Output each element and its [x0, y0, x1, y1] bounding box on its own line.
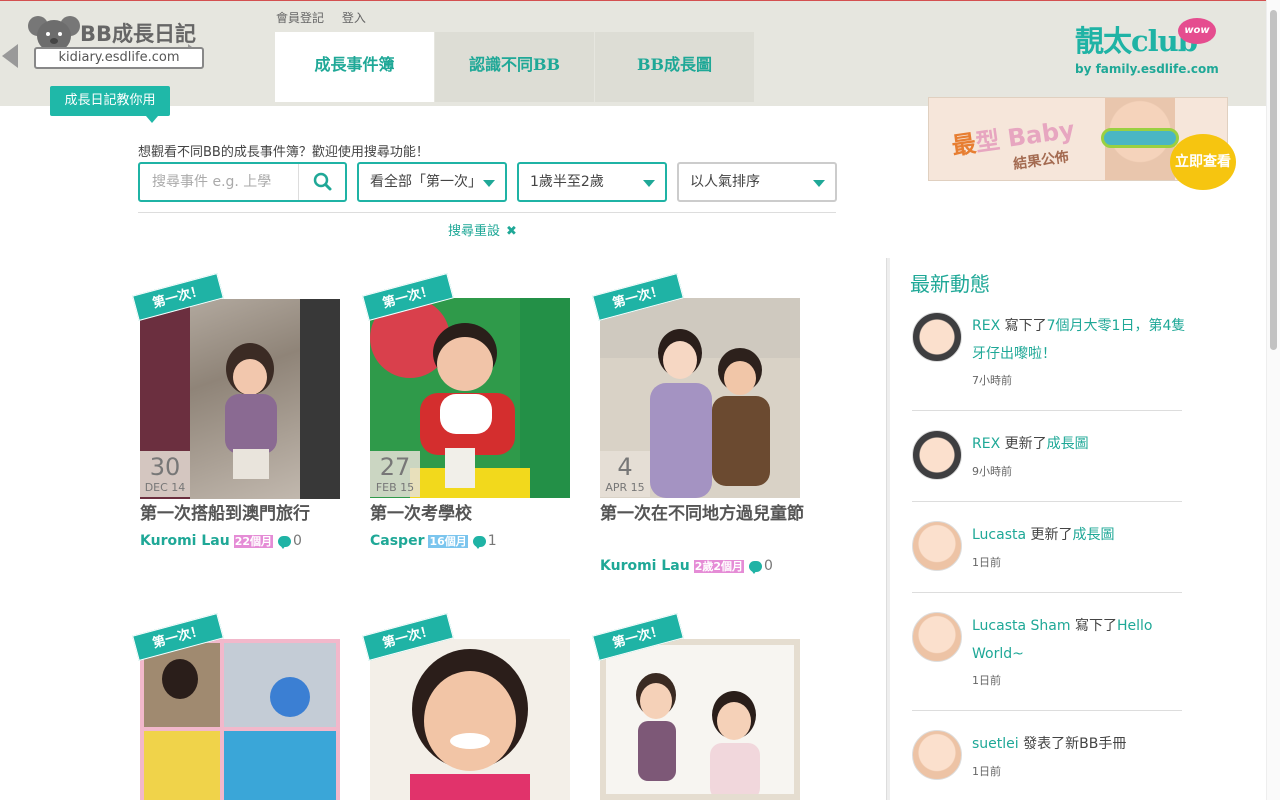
user-link[interactable]: Lucasta — [972, 527, 1026, 543]
register-link[interactable]: 會員登記 — [276, 11, 324, 25]
comment-count: 0 — [293, 533, 302, 549]
promo-view-button[interactable]: 立即查看 — [1170, 134, 1236, 190]
reset-search-button[interactable]: 搜尋重設 ✖ — [448, 220, 517, 239]
logo-title: BB成長日記 — [80, 22, 197, 46]
logo-url: kidiary.esdlife.com — [34, 47, 204, 69]
event-photo[interactable] — [370, 639, 570, 800]
first-time-ribbon: 第一次！ — [584, 273, 694, 321]
feed-time: 9小時前 — [972, 465, 1012, 478]
sidebar-divider — [886, 258, 890, 800]
user-link[interactable]: Lucasta Sham — [972, 618, 1071, 634]
close-icon: ✖ — [506, 224, 517, 239]
event-filter-select[interactable]: 看全部「第一次」 — [357, 162, 507, 202]
age-filter-select[interactable]: 1歲半至2歲 — [517, 162, 667, 202]
search-button[interactable] — [298, 164, 345, 200]
event-date: 27 FEB 15 — [370, 451, 420, 497]
author-link[interactable]: Casper — [370, 533, 424, 549]
chevron-down-icon — [813, 180, 825, 187]
scrollbar-thumb[interactable] — [1270, 10, 1277, 350]
feed-title: 最新動態 — [910, 272, 990, 296]
chevron-down-icon — [643, 180, 655, 187]
comment-count: 0 — [764, 558, 773, 574]
event-photo[interactable] — [140, 639, 340, 800]
feed-divider — [912, 710, 1182, 711]
sunglasses-image — [1101, 128, 1179, 148]
brand-logo[interactable]: 靚太club wow by family.esdlife.com — [1075, 18, 1225, 78]
feed-divider — [912, 410, 1182, 411]
comment-icon — [278, 535, 291, 549]
feed-time: 1日前 — [972, 765, 1001, 778]
event-date: 4 APR 15 — [600, 451, 650, 497]
feed-time: 1日前 — [972, 556, 1001, 569]
avatar[interactable] — [912, 730, 962, 780]
feed-divider — [912, 501, 1182, 502]
feed-time: 1日前 — [972, 674, 1001, 687]
first-time-ribbon: 第一次！ — [584, 613, 694, 661]
photo-image — [144, 643, 336, 800]
tab-event-book[interactable]: 成長事件簿 — [275, 32, 435, 102]
event-date: 30 DEC 14 — [140, 451, 190, 497]
search-box — [138, 162, 347, 202]
event-title[interactable]: 第一次考學校 — [370, 502, 570, 527]
user-link[interactable]: REX — [972, 318, 1000, 334]
first-time-ribbon: 第一次！ — [124, 613, 234, 661]
brand-wow-badge: wow — [1178, 18, 1216, 44]
comment-count: 1 — [487, 533, 497, 549]
event-title[interactable]: 第一次搭船到澳門旅行 — [140, 502, 340, 527]
author-link[interactable]: Kuromi Lau — [140, 533, 230, 549]
page-scrollbar[interactable] — [1266, 0, 1280, 800]
comment-icon — [749, 560, 762, 574]
photo-image — [410, 649, 530, 800]
avatar[interactable] — [912, 521, 962, 571]
koala-icon — [28, 16, 80, 52]
avatar[interactable] — [912, 430, 962, 480]
search-hint: 想觀看不同BB的成長事件簿？歡迎使用搜尋功能！ — [138, 145, 429, 160]
age-badge: 2歲2個月 — [693, 560, 744, 573]
logo-ribbon-tail-left — [2, 44, 18, 68]
age-badge: 22個月 — [233, 535, 273, 548]
brand-subtitle: by family.esdlife.com — [1075, 62, 1219, 76]
event-meta: Kuromi Lau 22個月 0 — [140, 533, 302, 549]
first-time-ribbon: 第一次！ — [354, 273, 464, 321]
photo-image — [636, 673, 760, 794]
avatar[interactable] — [912, 312, 962, 362]
user-link[interactable]: suetlei — [972, 736, 1019, 752]
guide-badge-button[interactable]: 成長日記教你用 — [50, 86, 170, 123]
chevron-down-icon — [483, 180, 495, 187]
feed-divider — [912, 592, 1182, 593]
activity-link[interactable]: 成長圖 — [1073, 527, 1115, 543]
tab-growth-chart[interactable]: BB成長圖 — [595, 32, 755, 102]
event-title[interactable]: 第一次在不同地方過兒童節 — [600, 502, 805, 527]
first-time-ribbon: 第一次！ — [124, 273, 234, 321]
event-photo[interactable] — [600, 639, 800, 800]
tab-know-babies[interactable]: 認識不同BB — [435, 32, 595, 102]
login-link[interactable]: 登入 — [342, 11, 366, 25]
member-links: 會員登記 登入 — [276, 9, 380, 26]
activity-link[interactable]: 成長圖 — [1047, 436, 1089, 452]
search-input[interactable] — [140, 164, 298, 200]
search-icon — [313, 172, 332, 191]
first-time-ribbon: 第一次！ — [354, 613, 464, 661]
main-tabs: 成長事件簿 認識不同BB BB成長圖 — [275, 32, 755, 102]
age-badge: 16個月 — [428, 535, 468, 548]
avatar[interactable] — [912, 612, 962, 662]
search-divider — [138, 212, 836, 213]
event-meta: Kuromi Lau 2歲2個月 0 — [600, 558, 773, 574]
author-link[interactable]: Kuromi Lau — [600, 558, 690, 574]
feed-time: 7小時前 — [972, 374, 1012, 387]
comment-icon — [472, 535, 486, 549]
sort-select[interactable]: 以人氣排序 — [677, 162, 837, 202]
event-meta: Casper 16個月 1 — [370, 533, 497, 549]
user-link[interactable]: REX — [972, 436, 1000, 452]
